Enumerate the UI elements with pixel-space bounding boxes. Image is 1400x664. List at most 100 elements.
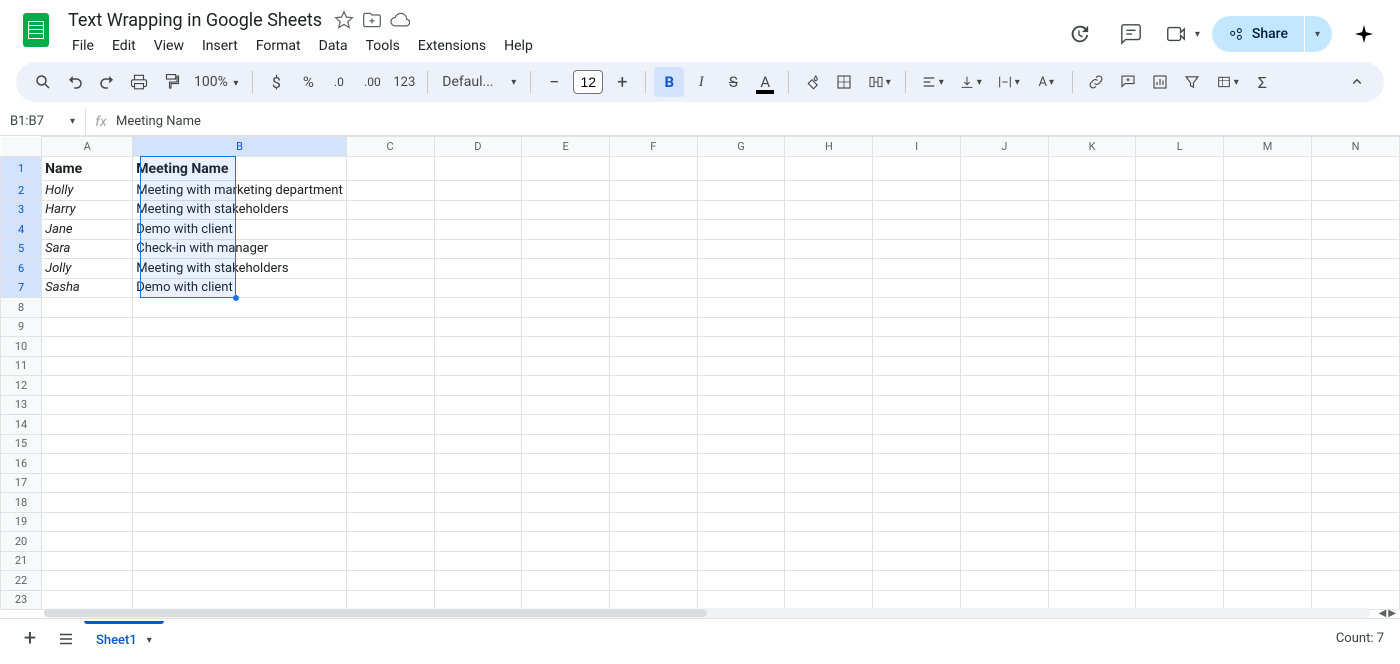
cell[interactable] <box>785 181 873 201</box>
row-header[interactable]: 23 <box>1 590 42 610</box>
cell[interactable] <box>434 493 522 513</box>
cell[interactable] <box>1224 551 1312 571</box>
cell[interactable] <box>1224 259 1312 279</box>
cell[interactable] <box>42 493 133 513</box>
cell[interactable] <box>960 298 1048 318</box>
cell[interactable] <box>133 434 346 454</box>
cell[interactable] <box>1136 395 1224 415</box>
cell[interactable] <box>1224 157 1312 181</box>
cell[interactable] <box>873 512 961 532</box>
cell[interactable] <box>1048 278 1136 298</box>
cell[interactable] <box>785 551 873 571</box>
cell[interactable] <box>1136 434 1224 454</box>
cell[interactable] <box>697 434 785 454</box>
cell[interactable] <box>346 551 434 571</box>
cell[interactable] <box>1048 551 1136 571</box>
cell[interactable] <box>346 337 434 357</box>
cell[interactable] <box>960 454 1048 474</box>
cell[interactable]: Sara <box>42 239 133 259</box>
cell[interactable] <box>522 181 610 201</box>
cell[interactable] <box>1224 337 1312 357</box>
cell[interactable] <box>1136 298 1224 318</box>
cell[interactable] <box>1048 473 1136 493</box>
row-header[interactable]: 20 <box>1 532 42 552</box>
cell[interactable] <box>434 376 522 396</box>
cell[interactable] <box>434 278 522 298</box>
cell[interactable] <box>1312 317 1400 337</box>
cell[interactable] <box>697 157 785 181</box>
cell[interactable] <box>785 590 873 610</box>
cell[interactable]: Name <box>42 157 133 181</box>
cell[interactable] <box>1312 181 1400 201</box>
menu-extensions[interactable]: Extensions <box>410 34 494 58</box>
cell[interactable] <box>873 473 961 493</box>
cell[interactable] <box>133 473 346 493</box>
row-header[interactable]: 15 <box>1 434 42 454</box>
cell[interactable] <box>346 493 434 513</box>
cell[interactable] <box>346 395 434 415</box>
paint-format-icon[interactable] <box>156 67 186 97</box>
cell[interactable] <box>133 395 346 415</box>
cell[interactable] <box>697 200 785 220</box>
text-rotation-button[interactable]: A▾ <box>1028 67 1064 97</box>
cell[interactable] <box>434 181 522 201</box>
cell[interactable] <box>785 571 873 591</box>
cell[interactable] <box>522 278 610 298</box>
cell[interactable] <box>434 512 522 532</box>
cell[interactable] <box>873 395 961 415</box>
cell[interactable] <box>133 454 346 474</box>
cell[interactable] <box>1224 181 1312 201</box>
cell[interactable] <box>873 590 961 610</box>
cell[interactable] <box>434 454 522 474</box>
cell[interactable] <box>42 395 133 415</box>
row-header[interactable]: 10 <box>1 337 42 357</box>
cell[interactable] <box>697 493 785 513</box>
strikethrough-button[interactable]: S <box>718 67 748 97</box>
cell[interactable] <box>609 512 697 532</box>
currency-icon[interactable]: $ <box>261 67 291 97</box>
cell[interactable] <box>960 259 1048 279</box>
decrease-decimal-icon[interactable]: .0 <box>325 67 355 97</box>
cell[interactable] <box>785 415 873 435</box>
cell[interactable] <box>434 434 522 454</box>
cell[interactable] <box>1136 259 1224 279</box>
cell[interactable] <box>1312 590 1400 610</box>
cell[interactable] <box>1048 259 1136 279</box>
cell[interactable] <box>785 473 873 493</box>
column-header[interactable]: C <box>346 137 434 157</box>
cell[interactable] <box>1048 298 1136 318</box>
cell[interactable] <box>1224 278 1312 298</box>
cell[interactable] <box>133 317 346 337</box>
cell[interactable] <box>697 590 785 610</box>
menu-tools[interactable]: Tools <box>358 34 408 58</box>
cell[interactable] <box>873 259 961 279</box>
cell[interactable] <box>133 532 346 552</box>
cell[interactable] <box>1136 317 1224 337</box>
cell[interactable] <box>609 356 697 376</box>
cell[interactable] <box>133 415 346 435</box>
cell[interactable] <box>1312 220 1400 240</box>
formula-value[interactable]: Meeting Name <box>110 114 201 129</box>
cell[interactable] <box>522 395 610 415</box>
cell[interactable] <box>346 200 434 220</box>
cell[interactable] <box>609 571 697 591</box>
cell[interactable] <box>1224 532 1312 552</box>
cell[interactable] <box>1136 239 1224 259</box>
cell[interactable] <box>346 532 434 552</box>
column-header[interactable]: F <box>609 137 697 157</box>
cell[interactable] <box>434 220 522 240</box>
collapse-toolbar-icon[interactable] <box>1342 67 1372 97</box>
cell[interactable] <box>609 434 697 454</box>
cell[interactable] <box>1048 200 1136 220</box>
cell[interactable] <box>609 532 697 552</box>
cell[interactable] <box>1224 493 1312 513</box>
increase-font-icon[interactable]: + <box>607 67 637 97</box>
cell[interactable] <box>133 337 346 357</box>
cell[interactable] <box>960 317 1048 337</box>
cell[interactable] <box>434 259 522 279</box>
cell[interactable] <box>697 415 785 435</box>
cell[interactable] <box>873 220 961 240</box>
cell[interactable] <box>346 317 434 337</box>
cell[interactable] <box>42 551 133 571</box>
cell[interactable] <box>1048 376 1136 396</box>
